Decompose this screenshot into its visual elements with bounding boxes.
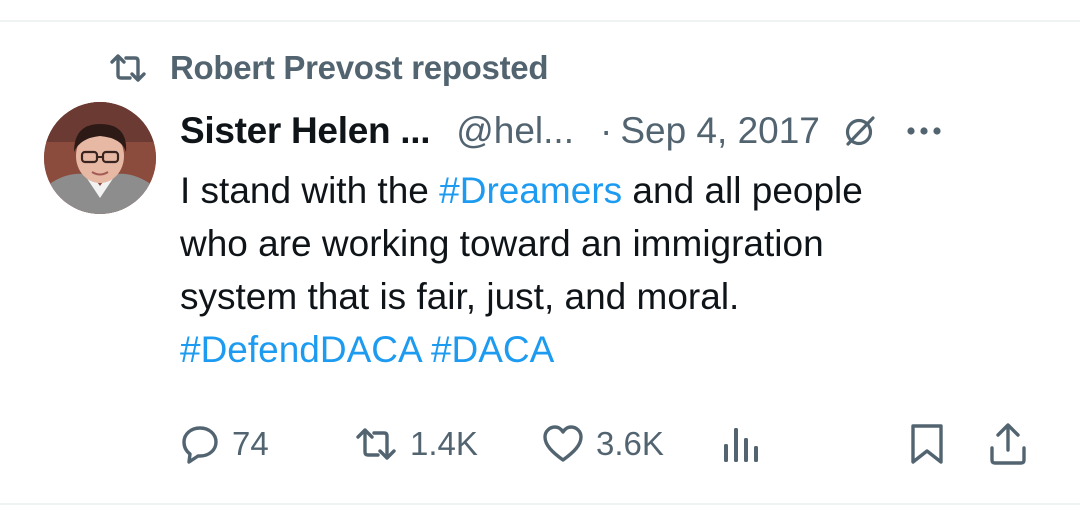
repost-count: 1.4K <box>410 425 478 462</box>
tweet-line-1: I stand with the #Dreamers and all peopl… <box>180 164 1040 217</box>
bottom-divider <box>0 503 1080 505</box>
grok-icon[interactable] <box>842 113 878 149</box>
hashtag-defenddaca[interactable]: #DefendDACA <box>180 329 421 370</box>
like-button[interactable]: 3.6K <box>542 416 664 472</box>
views-button[interactable] <box>720 416 762 472</box>
share-button[interactable] <box>988 416 1028 472</box>
reply-button[interactable]: 74 <box>180 416 269 472</box>
tweet-text-segment: I stand with the <box>180 170 440 211</box>
more-options-icon[interactable] <box>906 125 942 137</box>
separator-dot: · <box>599 110 613 151</box>
author-handle[interactable]: @hel... <box>456 110 574 152</box>
tweet-line-4: #DefendDACA #DACA <box>180 323 1040 376</box>
reply-count: 74 <box>232 425 269 462</box>
avatar[interactable] <box>44 102 156 214</box>
tweet-text-segment: and all people <box>622 170 863 211</box>
share-icon <box>988 422 1028 466</box>
tweet-date[interactable]: Sep 4, 2017 <box>620 110 820 152</box>
repost-button[interactable]: 1.4K <box>354 416 478 472</box>
hashtag-dreamers[interactable]: #Dreamers <box>439 170 622 211</box>
tweet-header: Sister Helen ... @hel... · Sep 4, 2017 <box>180 106 1040 156</box>
heart-icon <box>542 425 584 463</box>
repost-context[interactable]: Robert Prevost reposted <box>108 46 549 90</box>
author-name[interactable]: Sister Helen ... <box>180 110 431 152</box>
tweet-body: I stand with the #Dreamers and all peopl… <box>180 164 1040 376</box>
repost-text: Robert Prevost reposted <box>170 49 549 86</box>
top-divider <box>0 20 1080 22</box>
bookmark-button[interactable] <box>908 416 946 472</box>
bookmark-icon <box>908 422 946 466</box>
repost-icon <box>108 53 170 83</box>
action-bar: 74 1.4K 3.6K <box>180 416 1040 472</box>
repost-action-icon <box>354 427 398 461</box>
hashtag-daca[interactable]: #DACA <box>431 329 554 370</box>
views-chart-icon <box>720 424 762 464</box>
like-count: 3.6K <box>596 425 664 462</box>
tweet-line-2: who are working toward an immigration <box>180 223 824 264</box>
reply-icon <box>180 424 220 464</box>
tweet-line-3: system that is fair, just, and moral. <box>180 276 740 317</box>
